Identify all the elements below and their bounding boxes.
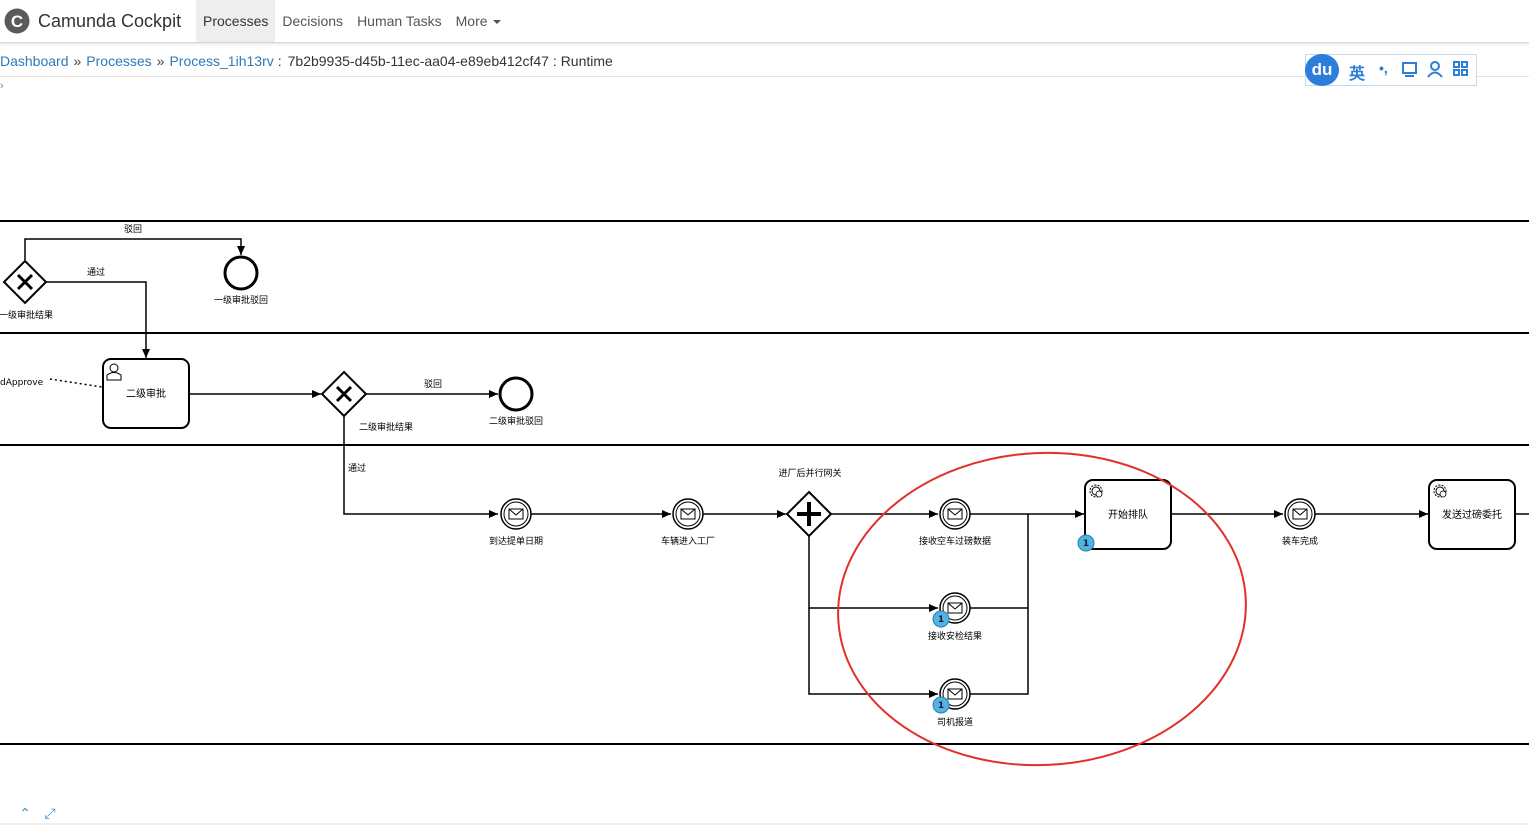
parallel-gateway-label: 进厂后并行网关 — [778, 467, 841, 479]
association-line — [49, 378, 103, 388]
collapse-icon[interactable]: ⌃ — [15, 803, 35, 823]
flow-driver-merge[interactable] — [970, 608, 1029, 695]
event-vehicle-enter[interactable] — [672, 498, 704, 530]
flow-reject-2-label: 驳回 — [424, 379, 442, 390]
flow-pass-1[interactable] — [46, 281, 150, 358]
gateway-level2-label: 二级审批结果 — [359, 421, 413, 433]
bottom-border — [0, 823, 1529, 825]
lane-1: 驳回 通过 一级审批结果 一级审批驳回 — [0, 224, 268, 358]
event-loading-done[interactable] — [1284, 498, 1316, 530]
bpmn-diagram: 驳回 通过 一级审批结果 一级审批驳回 dApprove 二级审批 二级审批结果… — [0, 220, 1529, 767]
gateway-level1-label: 一级审批结果 — [0, 309, 53, 321]
lane-3: 通过 到达提单日期 车辆进入工厂 进厂后并行网关 接收空车过磅数据 接收安检结果… — [343, 416, 1529, 728]
event-vehicle-enter-label: 车辆进入工厂 — [661, 535, 715, 547]
fullscreen-icon[interactable]: ⤢ — [40, 803, 60, 823]
event-loading-done-label: 装车完成 — [1282, 535, 1318, 547]
badge-queue[interactable]: 1 — [1077, 534, 1095, 552]
end-event-level1-label: 一级审批驳回 — [214, 294, 268, 306]
flow-reject-1[interactable] — [24, 238, 245, 260]
association-label: dApprove — [0, 378, 44, 388]
svg-text:1: 1 — [938, 615, 944, 625]
flow-pass-2-label: 通过 — [348, 462, 366, 474]
flow-pass-1-label: 通过 — [87, 266, 105, 278]
end-event-level2-label: 二级审批驳回 — [489, 415, 543, 427]
end-event-level1-reject[interactable] — [223, 255, 259, 291]
user-task-level2-label: 二级审批 — [126, 387, 166, 400]
flow-reject-1-label: 驳回 — [124, 224, 142, 235]
event-arrive-date-label: 到达提单日期 — [489, 535, 543, 547]
badge-driver[interactable]: 1 — [932, 696, 950, 714]
lane-2: dApprove 二级审批 二级审批结果 驳回 二级审批驳回 — [0, 358, 543, 433]
end-event-level2-reject[interactable] — [498, 376, 534, 412]
svg-text:1: 1 — [1083, 539, 1089, 549]
event-driver-checkin-label: 司机报道 — [937, 716, 973, 728]
event-empty-weight-label: 接收空车过磅数据 — [919, 535, 991, 547]
flow-parallel-to-driver[interactable] — [808, 608, 938, 698]
service-task-start-queue-label: 开始排队 — [1108, 508, 1148, 521]
red-highlight-circle — [837, 451, 1247, 767]
svg-text:1: 1 — [938, 701, 944, 711]
event-empty-weight[interactable] — [939, 498, 971, 530]
badge-security[interactable]: 1 — [932, 610, 950, 628]
event-security-result-label: 接收安检结果 — [928, 630, 982, 642]
event-arrive-date[interactable] — [500, 498, 532, 530]
service-task-send-weigh-label: 发送过磅委托 — [1442, 508, 1502, 521]
flow-security-merge[interactable] — [970, 514, 1029, 609]
